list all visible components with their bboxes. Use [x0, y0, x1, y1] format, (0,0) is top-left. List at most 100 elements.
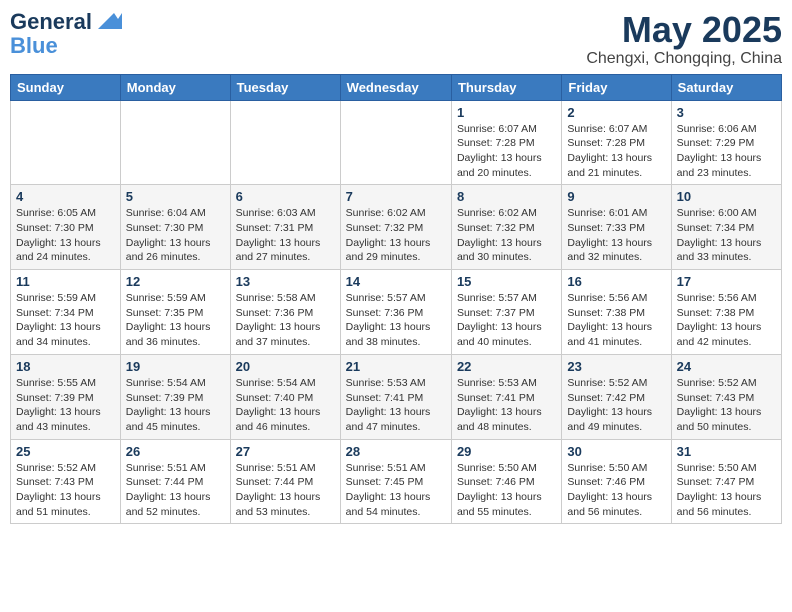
title-block: May 2025 Chengxi, Chongqing, China — [586, 10, 782, 68]
calendar-cell: 2 Sunrise: 6:07 AM Sunset: 7:28 PM Daylig… — [562, 100, 671, 185]
calendar-cell: 4 Sunrise: 6:05 AM Sunset: 7:30 PM Daylig… — [11, 185, 121, 270]
weekday-header-friday: Friday — [562, 74, 671, 100]
day-info: Sunrise: 6:02 AM Sunset: 7:32 PM Dayligh… — [346, 206, 446, 265]
day-number: 27 — [236, 444, 335, 459]
calendar-cell: 21 Sunrise: 5:53 AM Sunset: 7:41 PM Dayli… — [340, 354, 451, 439]
day-info: Sunrise: 5:51 AM Sunset: 7:44 PM Dayligh… — [126, 461, 225, 520]
day-info: Sunrise: 5:53 AM Sunset: 7:41 PM Dayligh… — [457, 376, 556, 435]
calendar-cell: 7 Sunrise: 6:02 AM Sunset: 7:32 PM Daylig… — [340, 185, 451, 270]
day-info: Sunrise: 5:55 AM Sunset: 7:39 PM Dayligh… — [16, 376, 115, 435]
calendar-cell: 15Sunrise: 5:57 AM Sunset: 7:37 PM Dayli… — [451, 270, 561, 355]
day-info: Sunrise: 5:50 AM Sunset: 7:46 PM Dayligh… — [567, 461, 665, 520]
location: Chengxi, Chongqing, China — [586, 50, 782, 68]
logo-general: General — [10, 10, 92, 34]
calendar-cell: 19 Sunrise: 5:54 AM Sunset: 7:39 PM Dayli… — [120, 354, 230, 439]
calendar-cell: 28 Sunrise: 5:51 AM Sunset: 7:45 PM Dayli… — [340, 439, 451, 524]
calendar-cell: 23 Sunrise: 5:52 AM Sunset: 7:42 PM Dayli… — [562, 354, 671, 439]
calendar-cell: 11 Sunrise: 5:59 AM Sunset: 7:34 PM Dayli… — [11, 270, 121, 355]
logo-arrow-icon — [94, 11, 122, 33]
day-info: Sunrise: 6:05 AM Sunset: 7:30 PM Dayligh… — [16, 206, 115, 265]
calendar-cell: 27 Sunrise: 5:51 AM Sunset: 7:44 PM Dayli… — [230, 439, 340, 524]
day-number: 16 — [567, 274, 665, 289]
day-info: Sunrise: 5:54 AM Sunset: 7:40 PM Dayligh… — [236, 376, 335, 435]
day-number: 20 — [236, 359, 335, 374]
calendar-cell: 16Sunrise: 5:56 AM Sunset: 7:38 PM Dayli… — [562, 270, 671, 355]
calendar-cell: 10Sunrise: 6:00 AM Sunset: 7:34 PM Dayli… — [671, 185, 781, 270]
day-number: 29 — [457, 444, 556, 459]
day-info: Sunrise: 5:56 AM Sunset: 7:38 PM Dayligh… — [677, 291, 776, 350]
weekday-header-monday: Monday — [120, 74, 230, 100]
weekday-header-row: SundayMondayTuesdayWednesdayThursdayFrid… — [11, 74, 782, 100]
weekday-header-tuesday: Tuesday — [230, 74, 340, 100]
calendar-cell: 13 Sunrise: 5:58 AM Sunset: 7:36 PM Dayli… — [230, 270, 340, 355]
day-number: 25 — [16, 444, 115, 459]
day-info: Sunrise: 6:04 AM Sunset: 7:30 PM Dayligh… — [126, 206, 225, 265]
calendar-cell: 29 Sunrise: 5:50 AM Sunset: 7:46 PM Dayli… — [451, 439, 561, 524]
day-info: Sunrise: 5:59 AM Sunset: 7:35 PM Dayligh… — [126, 291, 225, 350]
calendar-cell: 6Sunrise: 6:03 AM Sunset: 7:31 PM Daylig… — [230, 185, 340, 270]
calendar-cell: 1 Sunrise: 6:07 AM Sunset: 7:28 PM Daylig… — [451, 100, 561, 185]
day-number: 28 — [346, 444, 446, 459]
week-row-4: 18Sunrise: 5:55 AM Sunset: 7:39 PM Dayli… — [11, 354, 782, 439]
week-row-2: 4 Sunrise: 6:05 AM Sunset: 7:30 PM Daylig… — [11, 185, 782, 270]
logo-blue: Blue — [10, 34, 58, 58]
day-info: Sunrise: 6:01 AM Sunset: 7:33 PM Dayligh… — [567, 206, 665, 265]
day-number: 7 — [346, 189, 446, 204]
day-info: Sunrise: 5:51 AM Sunset: 7:45 PM Dayligh… — [346, 461, 446, 520]
day-number: 12 — [126, 274, 225, 289]
day-info: Sunrise: 5:50 AM Sunset: 7:47 PM Dayligh… — [677, 461, 776, 520]
day-number: 1 — [457, 105, 556, 120]
day-number: 10 — [677, 189, 776, 204]
day-number: 23 — [567, 359, 665, 374]
day-number: 2 — [567, 105, 665, 120]
day-number: 9 — [567, 189, 665, 204]
day-number: 19 — [126, 359, 225, 374]
calendar-cell: 25 Sunrise: 5:52 AM Sunset: 7:43 PM Dayli… — [11, 439, 121, 524]
day-number: 11 — [16, 274, 115, 289]
day-number: 30 — [567, 444, 665, 459]
day-number: 26 — [126, 444, 225, 459]
calendar-cell: 20 Sunrise: 5:54 AM Sunset: 7:40 PM Dayli… — [230, 354, 340, 439]
day-number: 13 — [236, 274, 335, 289]
calendar-cell: 30 Sunrise: 5:50 AM Sunset: 7:46 PM Dayli… — [562, 439, 671, 524]
calendar-cell — [120, 100, 230, 185]
day-info: Sunrise: 5:52 AM Sunset: 7:43 PM Dayligh… — [677, 376, 776, 435]
calendar-cell: 17 Sunrise: 5:56 AM Sunset: 7:38 PM Dayli… — [671, 270, 781, 355]
day-info: Sunrise: 5:54 AM Sunset: 7:39 PM Dayligh… — [126, 376, 225, 435]
day-info: Sunrise: 6:07 AM Sunset: 7:28 PM Dayligh… — [457, 122, 556, 181]
calendar-cell: 31Sunrise: 5:50 AM Sunset: 7:47 PM Dayli… — [671, 439, 781, 524]
day-number: 4 — [16, 189, 115, 204]
day-info: Sunrise: 5:58 AM Sunset: 7:36 PM Dayligh… — [236, 291, 335, 350]
calendar-cell: 24Sunrise: 5:52 AM Sunset: 7:43 PM Dayli… — [671, 354, 781, 439]
day-number: 17 — [677, 274, 776, 289]
day-info: Sunrise: 5:50 AM Sunset: 7:46 PM Dayligh… — [457, 461, 556, 520]
calendar-cell: 14Sunrise: 5:57 AM Sunset: 7:36 PM Dayli… — [340, 270, 451, 355]
day-number: 5 — [126, 189, 225, 204]
day-info: Sunrise: 6:07 AM Sunset: 7:28 PM Dayligh… — [567, 122, 665, 181]
day-info: Sunrise: 5:51 AM Sunset: 7:44 PM Dayligh… — [236, 461, 335, 520]
day-info: Sunrise: 5:52 AM Sunset: 7:43 PM Dayligh… — [16, 461, 115, 520]
week-row-5: 25 Sunrise: 5:52 AM Sunset: 7:43 PM Dayli… — [11, 439, 782, 524]
day-number: 14 — [346, 274, 446, 289]
calendar-cell — [340, 100, 451, 185]
day-number: 15 — [457, 274, 556, 289]
weekday-header-wednesday: Wednesday — [340, 74, 451, 100]
calendar-cell — [11, 100, 121, 185]
day-number: 3 — [677, 105, 776, 120]
calendar-cell: 9 Sunrise: 6:01 AM Sunset: 7:33 PM Daylig… — [562, 185, 671, 270]
calendar-cell: 18Sunrise: 5:55 AM Sunset: 7:39 PM Dayli… — [11, 354, 121, 439]
calendar-cell: 22 Sunrise: 5:53 AM Sunset: 7:41 PM Dayli… — [451, 354, 561, 439]
day-number: 8 — [457, 189, 556, 204]
day-number: 21 — [346, 359, 446, 374]
calendar-cell: 5 Sunrise: 6:04 AM Sunset: 7:30 PM Daylig… — [120, 185, 230, 270]
day-info: Sunrise: 5:52 AM Sunset: 7:42 PM Dayligh… — [567, 376, 665, 435]
logo: General Blue — [10, 10, 122, 58]
calendar-cell: 26 Sunrise: 5:51 AM Sunset: 7:44 PM Dayli… — [120, 439, 230, 524]
calendar-cell: 12 Sunrise: 5:59 AM Sunset: 7:35 PM Dayli… — [120, 270, 230, 355]
weekday-header-sunday: Sunday — [11, 74, 121, 100]
day-info: Sunrise: 5:59 AM Sunset: 7:34 PM Dayligh… — [16, 291, 115, 350]
day-info: Sunrise: 5:53 AM Sunset: 7:41 PM Dayligh… — [346, 376, 446, 435]
weekday-header-saturday: Saturday — [671, 74, 781, 100]
calendar-table: SundayMondayTuesdayWednesdayThursdayFrid… — [10, 74, 782, 525]
day-number: 22 — [457, 359, 556, 374]
